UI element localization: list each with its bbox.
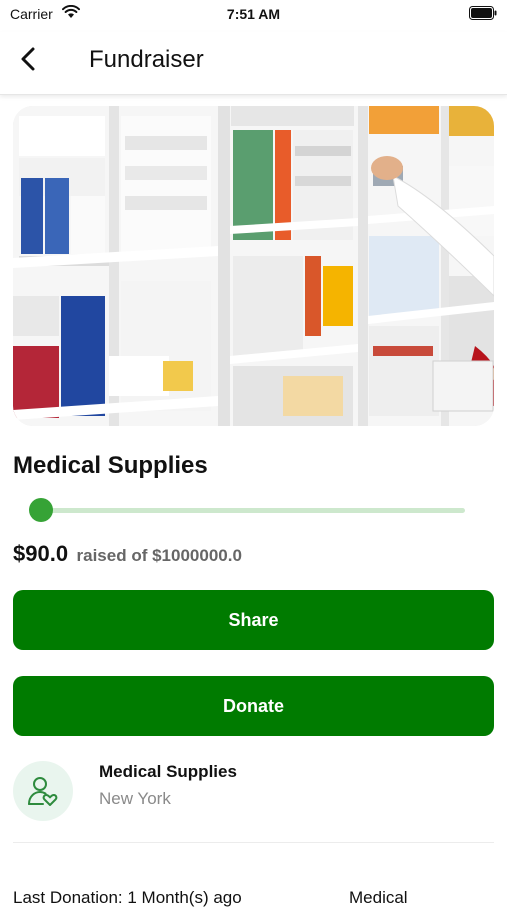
nav-bar: Fundraiser — [0, 32, 507, 95]
donate-button[interactable]: Donate — [13, 676, 494, 736]
pharmacy-shelves-image — [13, 106, 494, 426]
organization-avatar — [13, 761, 73, 821]
progress-thumb[interactable] — [29, 498, 53, 522]
campaign-image — [13, 106, 494, 426]
share-button[interactable]: Share — [13, 590, 494, 650]
page-title: Fundraiser — [89, 46, 204, 74]
funding-amounts: $90.0 raised of $1000000.0 — [13, 541, 242, 567]
section-divider — [13, 842, 494, 843]
organization-location: New York — [99, 789, 171, 809]
status-bar: Carrier 7:51 AM — [0, 0, 507, 28]
donation-progress-slider[interactable] — [41, 508, 465, 513]
person-heart-icon — [27, 775, 59, 807]
organization-name: Medical Supplies — [99, 762, 237, 782]
amount-goal-text: raised of $1000000.0 — [77, 546, 242, 565]
chevron-left-icon[interactable] — [14, 44, 44, 74]
category-text: Medical — [349, 888, 408, 908]
last-donation-text: Last Donation: 1 Month(s) ago — [13, 888, 242, 908]
status-time: 7:51 AM — [0, 6, 507, 22]
battery-icon — [469, 6, 497, 20]
campaign-title: Medical Supplies — [13, 452, 208, 480]
amount-raised: $90.0 — [13, 541, 68, 566]
